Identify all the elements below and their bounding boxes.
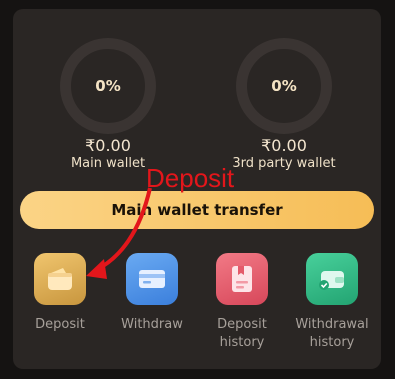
deposit-history-action[interactable]: Deposit history <box>197 253 287 352</box>
third-party-wallet-amount: ₹0.00 <box>261 136 307 155</box>
deposit-label: Deposit <box>35 317 85 332</box>
main-wallet-percent: 0% <box>95 77 121 95</box>
deposit-history-label: Deposit history <box>217 317 267 350</box>
wallet-check-icon[interactable] <box>306 253 358 305</box>
withdrawal-history-label: Withdrawal history <box>295 317 369 350</box>
main-wallet-label: Main wallet <box>70 156 146 171</box>
withdraw-label: Withdraw <box>121 317 183 332</box>
withdrawal-history-action[interactable]: Withdrawal history <box>287 253 377 352</box>
main-wallet-gauge: 0% <box>60 38 156 134</box>
wallet-icon[interactable] <box>34 253 86 305</box>
main-wallet-amount: ₹0.00 <box>85 136 131 155</box>
withdraw-action[interactable]: Withdraw <box>107 253 197 334</box>
deposit-action[interactable]: Deposit <box>15 253 105 334</box>
main-wallet-transfer-button[interactable]: Main wallet transfer <box>20 191 374 229</box>
third-party-wallet-label: 3rd party wallet <box>232 156 336 171</box>
receipt-icon[interactable] <box>216 253 268 305</box>
third-party-wallet-percent: 0% <box>271 77 297 95</box>
card-icon[interactable] <box>126 253 178 305</box>
third-party-wallet-gauge: 0% <box>236 38 332 134</box>
